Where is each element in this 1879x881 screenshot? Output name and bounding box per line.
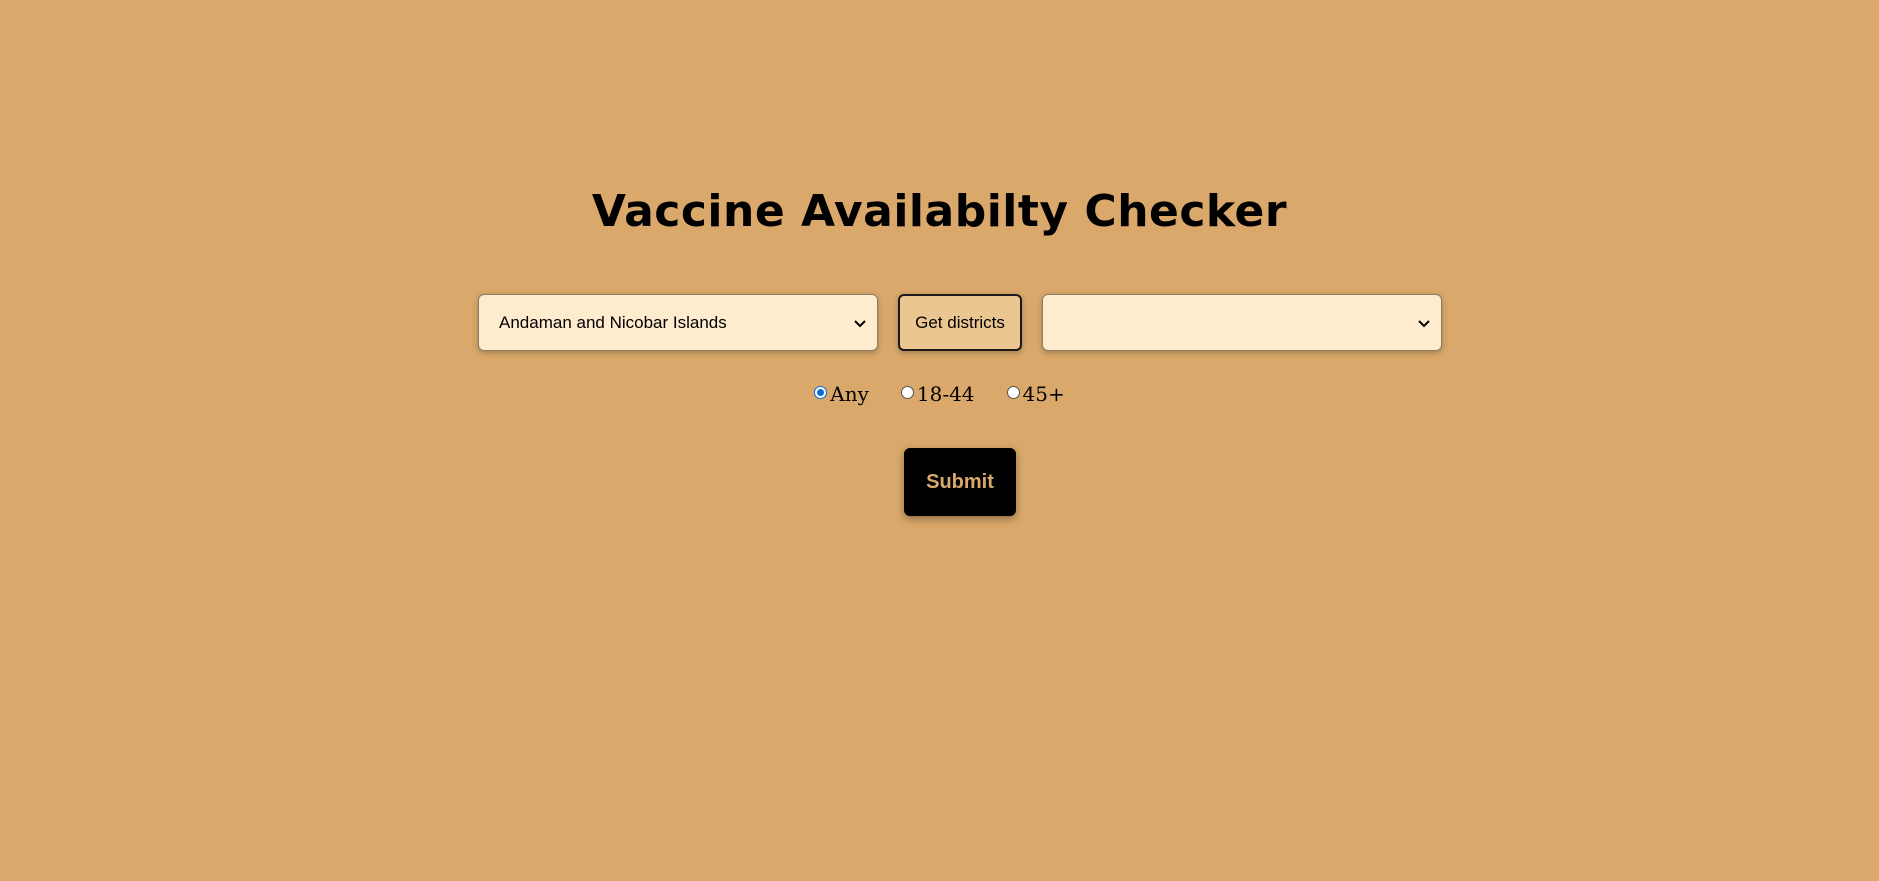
radio-any[interactable] [814, 385, 828, 399]
age-option-label: Any [830, 382, 869, 406]
radio-18-44[interactable] [900, 385, 914, 399]
age-option-any[interactable]: Any [814, 382, 869, 406]
age-option-45-plus[interactable]: 45+ [1006, 382, 1065, 406]
radio-45-plus[interactable] [1006, 385, 1020, 399]
state-select[interactable]: Andaman and Nicobar Islands [478, 294, 878, 351]
chevron-down-icon [854, 319, 866, 327]
district-select[interactable] [1042, 294, 1442, 351]
get-districts-button[interactable]: Get districts [898, 294, 1022, 351]
age-group-radio-group: Any 18-44 45+ [0, 382, 1879, 406]
age-option-label: 18-44 [916, 382, 975, 406]
submit-button[interactable]: Submit [904, 448, 1016, 516]
age-option-label: 45+ [1022, 382, 1065, 406]
page-title: Vaccine Availabilty Checker [591, 186, 1288, 237]
age-option-18-44[interactable]: 18-44 [900, 382, 975, 406]
state-select-value: Andaman and Nicobar Islands [499, 312, 727, 332]
chevron-down-icon [1418, 319, 1430, 327]
